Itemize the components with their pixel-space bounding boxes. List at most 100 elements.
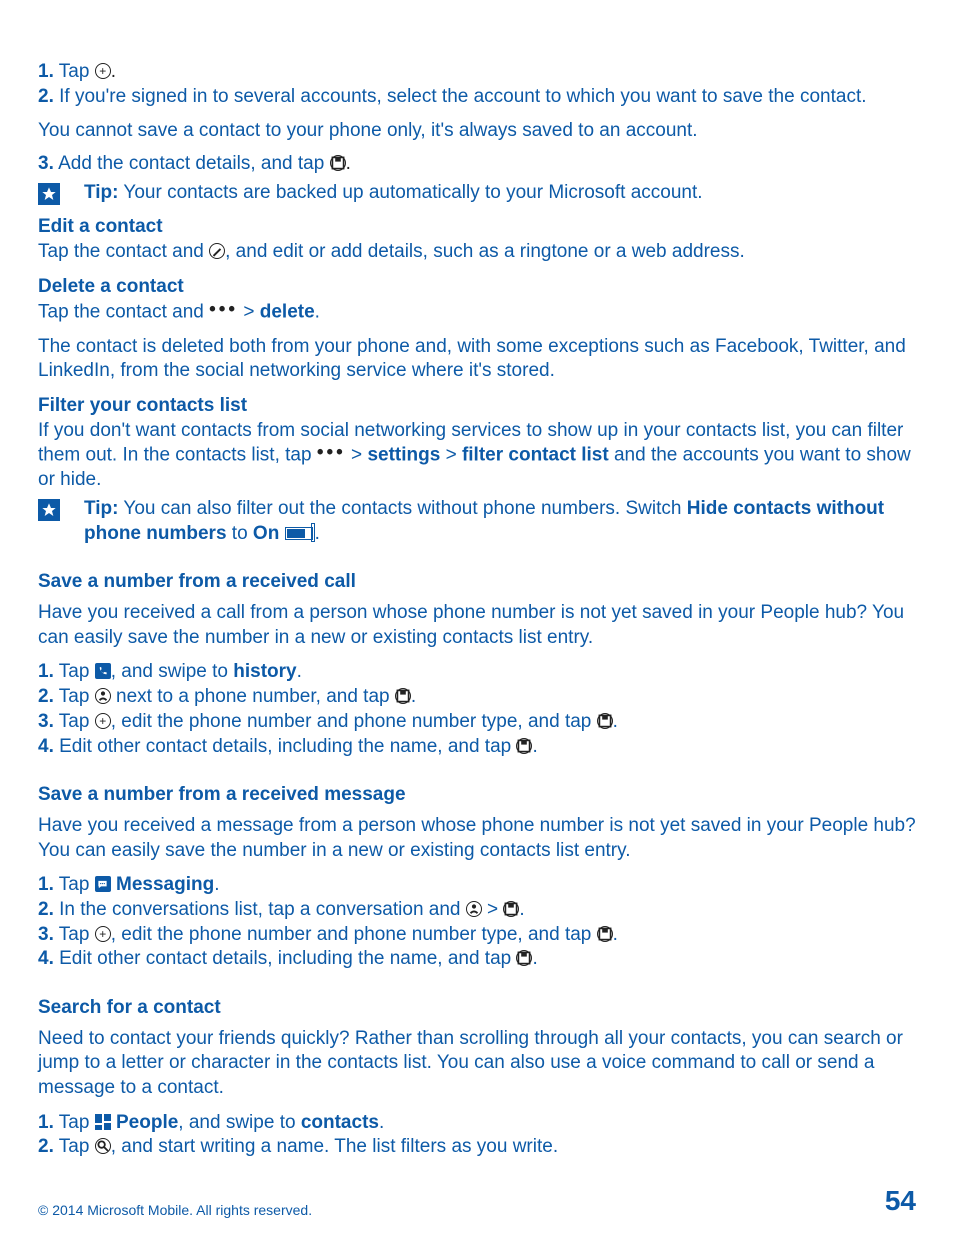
heading-savecall: Save a number from a received call bbox=[38, 570, 916, 595]
step-num: 4. bbox=[38, 948, 54, 969]
more-icon: ••• bbox=[317, 441, 346, 466]
text: , and start writing a name. The list fil… bbox=[111, 1136, 558, 1157]
page-number: 54 bbox=[885, 1183, 916, 1219]
page: 1. Tap +. 2. If you're signed in to seve… bbox=[0, 0, 954, 1257]
heading-delete: Delete a contact bbox=[38, 275, 916, 300]
text: > bbox=[238, 301, 260, 322]
step-1: 1. Tap +. bbox=[38, 60, 916, 85]
note: You cannot save a contact to your phone … bbox=[38, 119, 916, 144]
edit-icon bbox=[209, 243, 225, 259]
step-num: 2. bbox=[38, 686, 54, 707]
text: In the conversations list, tap a convers… bbox=[54, 899, 466, 920]
tip-label: Tip: bbox=[84, 182, 118, 203]
step-num: 1. bbox=[38, 1112, 54, 1133]
text: Your contacts are backed up automaticall… bbox=[118, 182, 702, 203]
star-icon bbox=[38, 183, 60, 205]
save-icon bbox=[597, 713, 613, 729]
search-step1: 1. Tap People, and swipe to contacts. bbox=[38, 1111, 916, 1136]
text: Edit other contact details, including th… bbox=[54, 948, 517, 969]
text: Tap bbox=[54, 1136, 95, 1157]
toggle-on-icon bbox=[285, 527, 313, 540]
more-icon: ••• bbox=[209, 298, 238, 323]
search-icon bbox=[95, 1138, 111, 1154]
step-num: 2. bbox=[38, 1136, 54, 1157]
people-tile-icon bbox=[95, 1114, 111, 1130]
plus-icon: + bbox=[95, 926, 111, 942]
plus-icon: + bbox=[95, 713, 111, 729]
filter-label: filter contact list bbox=[462, 445, 609, 466]
heading-savemsg: Save a number from a received message bbox=[38, 783, 916, 808]
savecall-step3: 3. Tap +, edit the phone number and phon… bbox=[38, 710, 916, 735]
text: , and edit or add details, such as a rin… bbox=[225, 241, 745, 262]
delete-label: delete bbox=[260, 301, 315, 322]
details-icon bbox=[466, 901, 482, 917]
savemsg-intro: Have you received a message from a perso… bbox=[38, 814, 916, 863]
savemsg-step4: 4. Edit other contact details, including… bbox=[38, 947, 916, 972]
history-label: history bbox=[233, 661, 296, 682]
text: Tap the contact and bbox=[38, 241, 209, 262]
tip-label: Tip: bbox=[84, 498, 118, 519]
heading-filter: Filter your contacts list bbox=[38, 394, 916, 419]
text: If you're signed in to several accounts,… bbox=[54, 86, 867, 107]
tip-text: Tip: You can also filter out the contact… bbox=[84, 497, 916, 546]
settings-label: settings bbox=[367, 445, 440, 466]
contacts-label: contacts bbox=[301, 1112, 379, 1133]
delete-text: Tap the contact and ••• > delete. bbox=[38, 300, 916, 325]
text: Tap bbox=[54, 924, 95, 945]
text: Tap the contact and bbox=[38, 301, 209, 322]
savecall-step1: 1. Tap , and swipe to history. bbox=[38, 660, 916, 685]
copyright: © 2014 Microsoft Mobile. All rights rese… bbox=[38, 1201, 312, 1219]
save-icon bbox=[516, 950, 532, 966]
text: Tap bbox=[54, 61, 95, 82]
details-icon bbox=[95, 688, 111, 704]
text: Tap bbox=[54, 711, 95, 732]
toggle-handle-icon bbox=[311, 523, 315, 542]
savemsg-step2: 2. In the conversations list, tap a conv… bbox=[38, 898, 916, 923]
tip-box: Tip: You can also filter out the contact… bbox=[38, 497, 916, 546]
search-step2: 2. Tap , and start writing a name. The l… bbox=[38, 1135, 916, 1160]
step-num: 3. bbox=[38, 924, 54, 945]
text: Tap bbox=[54, 661, 95, 682]
savecall-step2: 2. Tap next to a phone number, and tap . bbox=[38, 685, 916, 710]
text: , edit the phone number and phone number… bbox=[111, 711, 597, 732]
save-icon bbox=[516, 738, 532, 754]
heading-edit: Edit a contact bbox=[38, 215, 916, 240]
text: Tap bbox=[54, 686, 95, 707]
step-3: 3. Add the contact details, and tap . bbox=[38, 152, 916, 177]
text: , and swipe to bbox=[178, 1112, 301, 1133]
save-icon bbox=[503, 901, 519, 917]
step-num: 2. bbox=[38, 899, 54, 920]
savecall-step4: 4. Edit other contact details, including… bbox=[38, 735, 916, 760]
step-num: 1. bbox=[38, 874, 54, 895]
save-icon bbox=[597, 926, 613, 942]
savemsg-step1: 1. Tap Messaging. bbox=[38, 873, 916, 898]
step-num: 3. bbox=[38, 153, 54, 174]
heading-search: Search for a contact bbox=[38, 996, 916, 1021]
text: > bbox=[440, 445, 462, 466]
text: Tap bbox=[54, 874, 95, 895]
text: Edit other contact details, including th… bbox=[54, 736, 517, 757]
step-2: 2. If you're signed in to several accoun… bbox=[38, 85, 916, 110]
text: next to a phone number, and tap bbox=[111, 686, 395, 707]
people-label: People bbox=[111, 1112, 179, 1133]
delete-note: The contact is deleted both from your ph… bbox=[38, 335, 916, 384]
text: Add the contact details, and tap bbox=[54, 153, 330, 174]
step-num: 1. bbox=[38, 61, 54, 82]
text: , edit the phone number and phone number… bbox=[111, 924, 597, 945]
text: > bbox=[482, 899, 504, 920]
step-num: 2. bbox=[38, 86, 54, 107]
messaging-tile-icon bbox=[95, 876, 111, 892]
filter-text: If you don't want contacts from social n… bbox=[38, 419, 916, 493]
text: Tap bbox=[54, 1112, 95, 1133]
tip-text: Tip: Your contacts are backed up automat… bbox=[84, 181, 703, 206]
text: to bbox=[227, 523, 253, 544]
save-icon bbox=[395, 688, 411, 704]
savecall-intro: Have you received a call from a person w… bbox=[38, 601, 916, 650]
step-num: 3. bbox=[38, 711, 54, 732]
messaging-label: Messaging bbox=[111, 874, 214, 895]
save-icon bbox=[330, 155, 346, 171]
text: You can also filter out the contacts wit… bbox=[118, 498, 686, 519]
page-footer: © 2014 Microsoft Mobile. All rights rese… bbox=[38, 1183, 916, 1219]
plus-icon: + bbox=[95, 63, 111, 79]
on-label: On bbox=[253, 523, 279, 544]
